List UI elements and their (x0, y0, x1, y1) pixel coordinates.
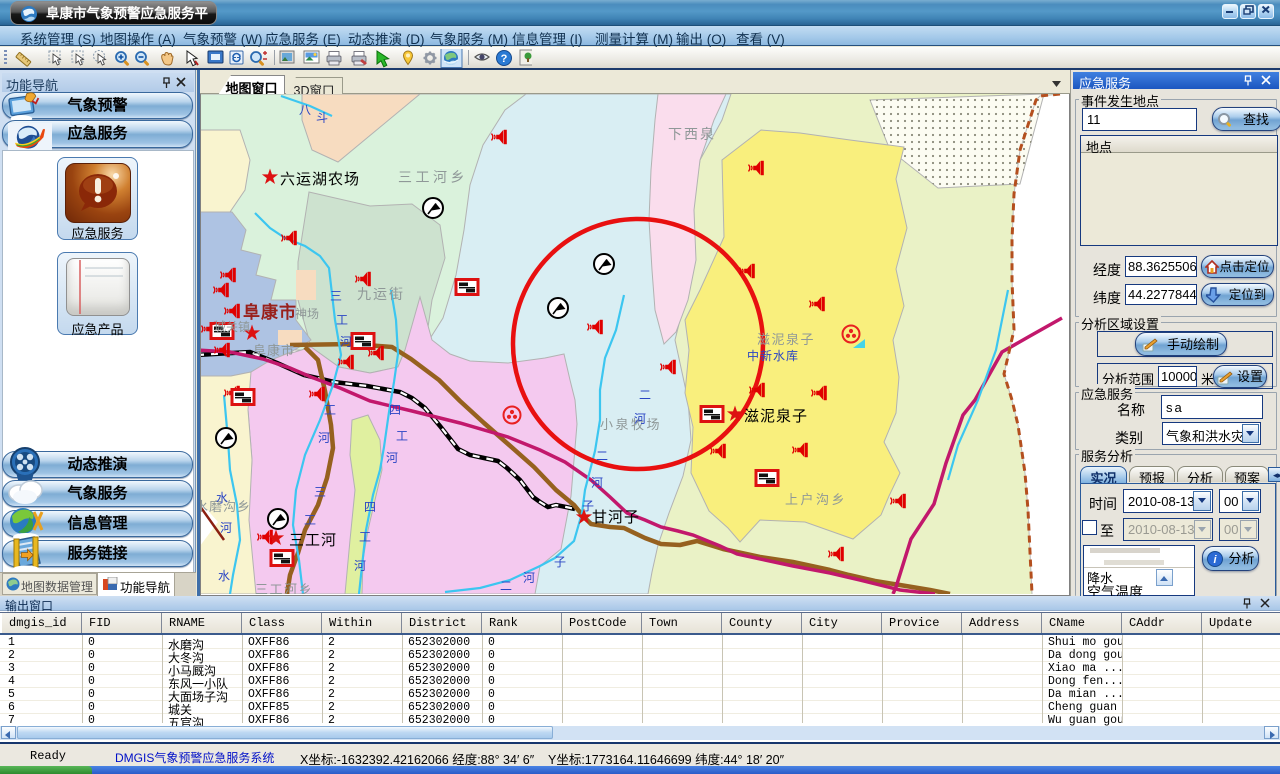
svg-text:河: 河 (220, 521, 232, 535)
svg-text:六运湖农场: 六运湖农场 (280, 171, 360, 188)
svg-text:阜康市: 阜康市 (253, 343, 295, 358)
svg-text:工: 工 (336, 313, 348, 327)
svg-text:子: 子 (554, 555, 566, 569)
svg-text:河: 河 (318, 431, 330, 445)
svg-text:二: 二 (596, 449, 608, 463)
svg-text:三工河乡: 三工河乡 (398, 169, 468, 185)
svg-text:水: 水 (216, 491, 228, 505)
svg-text:甘河子: 甘河子 (592, 509, 640, 526)
svg-text:小泉牧场: 小泉牧场 (600, 417, 662, 432)
svg-text:滋泥泉子: 滋泥泉子 (757, 332, 815, 347)
svg-text:工: 工 (359, 530, 371, 544)
svg-text:四: 四 (364, 500, 376, 514)
svg-text:河: 河 (523, 571, 535, 585)
svg-text:阜康市: 阜康市 (243, 302, 297, 322)
svg-text:三工河乡: 三工河乡 (255, 582, 313, 594)
svg-text:工: 工 (396, 429, 408, 443)
svg-text:子: 子 (582, 499, 594, 513)
svg-text:河: 河 (591, 476, 603, 490)
svg-text:二: 二 (500, 579, 512, 593)
svg-text:斗: 斗 (316, 111, 328, 125)
svg-text:城关镇: 城关镇 (214, 320, 250, 334)
svg-text:三: 三 (330, 289, 342, 303)
svg-text:九运街: 九运街 (357, 286, 405, 302)
svg-text:中新水库: 中新水库 (747, 348, 799, 363)
svg-text:八: 八 (299, 103, 311, 117)
svg-text:下西泉: 下西泉 (668, 126, 716, 142)
svg-text:三: 三 (314, 485, 326, 499)
svg-text:水: 水 (218, 569, 230, 583)
svg-text:神场: 神场 (295, 307, 319, 321)
svg-text:河: 河 (340, 335, 352, 349)
svg-text:三工河: 三工河 (289, 532, 337, 549)
svg-text:四: 四 (389, 403, 401, 417)
svg-text:河: 河 (386, 451, 398, 465)
svg-text:二: 二 (639, 388, 651, 402)
svg-text:河: 河 (354, 559, 366, 573)
svg-text:滋泥泉子: 滋泥泉子 (744, 408, 808, 425)
svg-text:工: 工 (304, 513, 316, 527)
svg-text:河: 河 (634, 412, 646, 426)
svg-text:工: 工 (324, 403, 336, 417)
svg-text:上户沟乡: 上户沟乡 (785, 492, 847, 507)
svg-text:?: ? (501, 53, 508, 65)
